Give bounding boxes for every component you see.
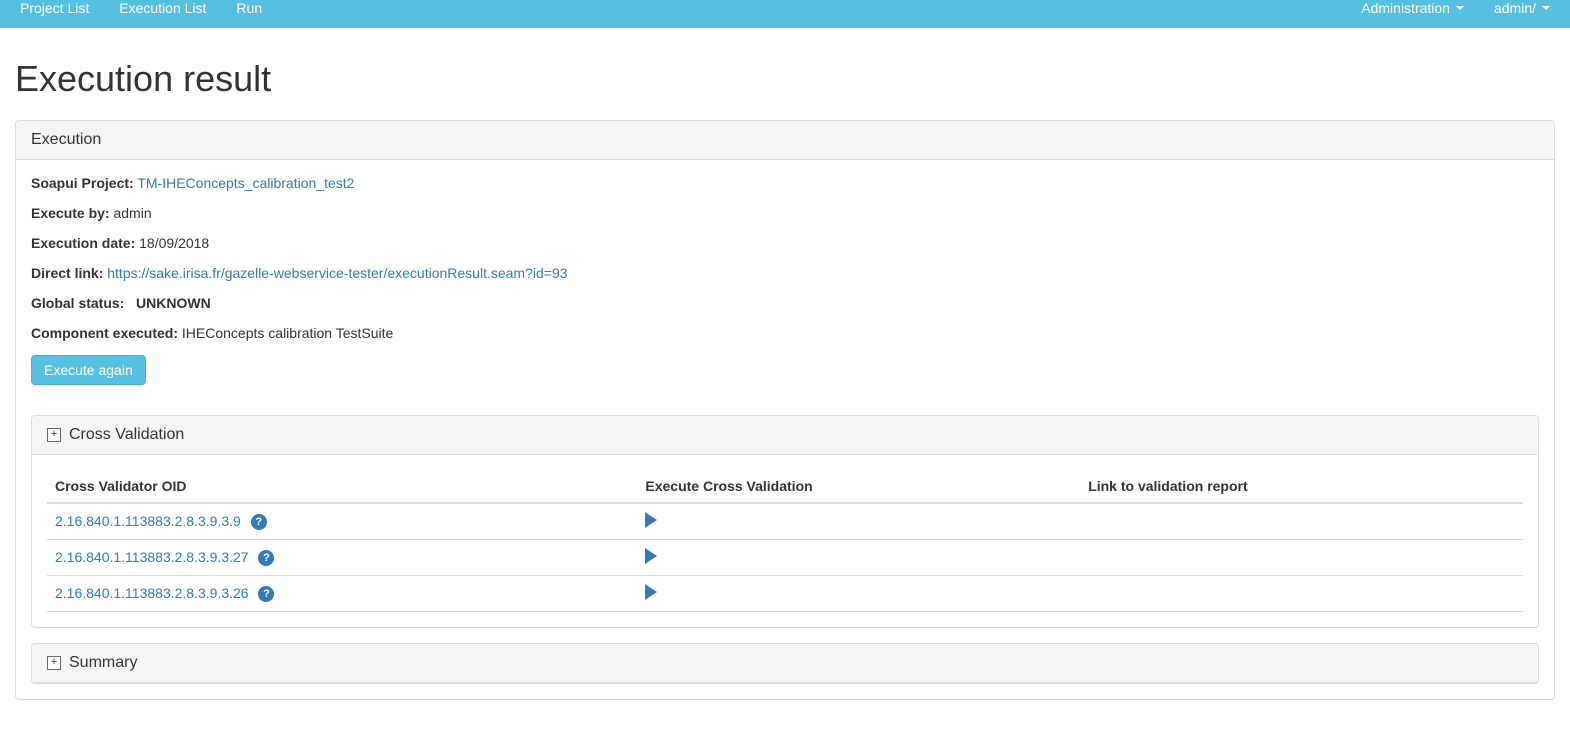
- nav-user-label: admin/: [1494, 0, 1536, 16]
- report-cell: [1080, 503, 1523, 540]
- field-project: Soapui Project: TM-IHEConcepts_calibrati…: [31, 175, 1539, 191]
- oid-link[interactable]: 2.16.840.1.113883.2.8.3.9.3.9: [55, 513, 241, 529]
- play-icon[interactable]: [645, 548, 657, 564]
- top-navbar: Project List Execution List Run Administ…: [0, 0, 1570, 28]
- field-date: Execution date: 18/09/2018: [31, 235, 1539, 251]
- table-row: 2.16.840.1.113883.2.8.3.9.3.27 ?: [47, 540, 1523, 576]
- execution-panel-title: Execution: [31, 131, 101, 149]
- field-date-label: Execution date:: [31, 235, 135, 251]
- oid-link[interactable]: 2.16.840.1.113883.2.8.3.9.3.26: [55, 585, 249, 601]
- nav-execution-list[interactable]: Execution List: [119, 0, 206, 16]
- col-header-oid: Cross Validator OID: [47, 470, 637, 503]
- nav-project-list[interactable]: Project List: [20, 0, 89, 16]
- report-cell: [1080, 576, 1523, 612]
- page-title: Execution result: [15, 58, 1555, 100]
- navbar-left: Project List Execution List Run: [20, 0, 262, 16]
- summary-panel: + Summary: [31, 643, 1539, 684]
- cross-validation-panel: + Cross Validation Cross Validator OID E…: [31, 415, 1539, 628]
- nav-user-menu[interactable]: admin/: [1494, 0, 1550, 16]
- execute-again-button[interactable]: Execute again: [31, 355, 146, 385]
- help-icon[interactable]: ?: [258, 586, 274, 602]
- nav-administration-label: Administration: [1361, 0, 1450, 16]
- field-component-label: Component executed:: [31, 325, 178, 341]
- help-icon[interactable]: ?: [251, 514, 267, 530]
- play-icon[interactable]: [645, 512, 657, 528]
- oid-link[interactable]: 2.16.840.1.113883.2.8.3.9.3.27: [55, 549, 249, 565]
- col-header-report: Link to validation report: [1080, 470, 1523, 503]
- expand-icon[interactable]: +: [47, 656, 61, 670]
- cross-validation-heading[interactable]: + Cross Validation: [32, 416, 1538, 455]
- execution-panel-heading: Execution: [16, 121, 1554, 160]
- cross-validation-title: Cross Validation: [69, 426, 184, 444]
- field-status: Global status: UNKNOWN: [31, 295, 1539, 311]
- field-component-value: IHEConcepts calibration TestSuite: [182, 325, 393, 341]
- nav-administration[interactable]: Administration: [1361, 0, 1464, 16]
- field-execute-by-value: admin: [113, 205, 151, 221]
- field-execute-by-label: Execute by:: [31, 205, 110, 221]
- field-date-value: 18/09/2018: [139, 235, 209, 251]
- play-icon[interactable]: [645, 584, 657, 600]
- execution-panel: Execution Soapui Project: TM-IHEConcepts…: [15, 120, 1555, 700]
- navbar-right: Administration admin/: [1361, 0, 1550, 16]
- field-project-label: Soapui Project:: [31, 175, 134, 191]
- report-cell: [1080, 540, 1523, 576]
- cross-validation-table: Cross Validator OID Execute Cross Valida…: [47, 470, 1523, 612]
- nav-run[interactable]: Run: [236, 0, 262, 16]
- field-direct-link-value[interactable]: https://sake.irisa.fr/gazelle-webservice…: [107, 265, 567, 281]
- field-direct-link-label: Direct link:: [31, 265, 103, 281]
- chevron-down-icon: [1456, 6, 1464, 10]
- col-header-exec: Execute Cross Validation: [637, 470, 1080, 503]
- help-icon[interactable]: ?: [258, 550, 274, 566]
- summary-heading[interactable]: + Summary: [32, 644, 1538, 683]
- table-header-row: Cross Validator OID Execute Cross Valida…: [47, 470, 1523, 503]
- table-row: 2.16.840.1.113883.2.8.3.9.3.26 ?: [47, 576, 1523, 612]
- execution-panel-body: Soapui Project: TM-IHEConcepts_calibrati…: [16, 160, 1554, 400]
- table-row: 2.16.840.1.113883.2.8.3.9.3.9 ?: [47, 503, 1523, 540]
- field-status-label: Global status:: [31, 295, 124, 311]
- expand-icon[interactable]: +: [47, 428, 61, 442]
- field-execute-by: Execute by: admin: [31, 205, 1539, 221]
- field-component: Component executed: IHEConcepts calibrat…: [31, 325, 1539, 341]
- field-project-link[interactable]: TM-IHEConcepts_calibration_test2: [137, 175, 354, 191]
- main-container: Execution result Execution Soapui Projec…: [0, 28, 1570, 735]
- field-direct-link: Direct link: https://sake.irisa.fr/gazel…: [31, 265, 1539, 281]
- chevron-down-icon: [1542, 6, 1550, 10]
- summary-title: Summary: [69, 654, 137, 672]
- field-status-value: UNKNOWN: [136, 295, 211, 311]
